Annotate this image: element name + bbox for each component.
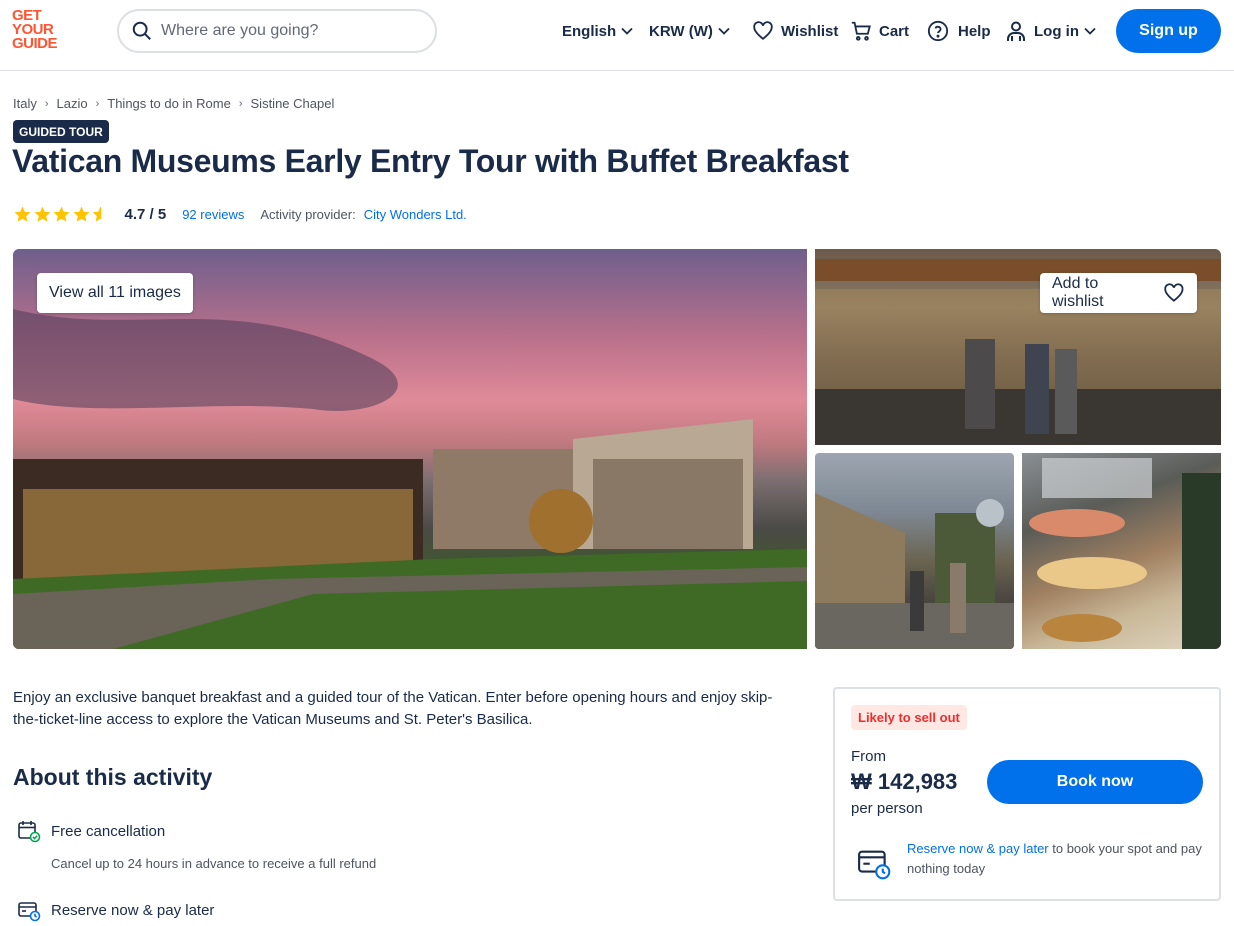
user-icon bbox=[1007, 21, 1025, 41]
login-label: Log in bbox=[1034, 22, 1079, 40]
activity-type-badge: GUIDED TOUR bbox=[13, 120, 109, 143]
likely-to-sell-out-badge: Likely to sell out bbox=[851, 705, 967, 730]
breadcrumb-separator-icon: › bbox=[44, 97, 49, 110]
cart-icon bbox=[851, 21, 871, 41]
gallery-image-vatican-walkway[interactable] bbox=[815, 453, 1014, 649]
feature-title: Free cancellation bbox=[51, 822, 166, 840]
star-icon bbox=[73, 206, 89, 222]
breadcrumb-separator-icon: › bbox=[238, 97, 243, 110]
rating-stars bbox=[13, 205, 111, 224]
breadcrumb-item-rome[interactable]: Things to do in Rome bbox=[107, 96, 231, 111]
reserve-pay-later-info: Reserve now & pay later to book your spo… bbox=[907, 839, 1203, 879]
star-half-icon bbox=[92, 206, 102, 222]
activity-intro: Enjoy an exclusive banquet breakfast and… bbox=[13, 689, 773, 728]
gallery-image-breakfast-terrace[interactable]: Add to wishlist bbox=[815, 249, 1221, 445]
breadcrumb-item-sistine-chapel[interactable]: Sistine Chapel bbox=[251, 96, 335, 111]
chevron-down-icon bbox=[1084, 27, 1096, 35]
breadcrumb-item-italy[interactable]: Italy bbox=[13, 96, 37, 111]
chevron-down-icon bbox=[718, 27, 730, 35]
provider-link[interactable]: City Wonders Ltd. bbox=[364, 207, 467, 222]
add-to-wishlist-label: Add to wishlist bbox=[1052, 275, 1104, 310]
wishlist-label: Wishlist bbox=[781, 22, 839, 40]
price-amount: ₩ 142,983 bbox=[851, 769, 958, 794]
getyourguide-logo[interactable]: GET YOUR GUIDE bbox=[12, 8, 72, 52]
breadcrumb-separator-icon: › bbox=[95, 97, 100, 110]
star-icon bbox=[34, 206, 50, 222]
heart-icon bbox=[1164, 283, 1184, 302]
card-clock-icon bbox=[18, 902, 41, 922]
search-bar[interactable] bbox=[117, 9, 437, 53]
help-link[interactable]: Help bbox=[927, 20, 995, 42]
price-per-person-label: per person bbox=[851, 800, 923, 817]
language-selector[interactable]: English bbox=[562, 20, 634, 42]
signup-button[interactable]: Sign up bbox=[1116, 9, 1221, 53]
add-to-wishlist-button[interactable]: Add to wishlist bbox=[1040, 273, 1197, 313]
view-all-images-button[interactable]: View all 11 images bbox=[37, 273, 193, 313]
rating-row: 4.7 / 5 92 reviews Activity provider: Ci… bbox=[13, 204, 467, 224]
gallery-main-image[interactable]: View all 11 images bbox=[13, 249, 807, 649]
reviews-link[interactable]: 92 reviews bbox=[182, 207, 244, 222]
top-header: GET YOUR GUIDE English KRW (W) Wishlist … bbox=[0, 0, 1234, 71]
search-icon bbox=[132, 21, 151, 40]
feature-description: Cancel up to 24 hours in advance to rece… bbox=[51, 856, 377, 871]
wishlist-link[interactable]: Wishlist bbox=[752, 20, 842, 42]
walkway-illustration bbox=[815, 493, 1014, 649]
buffet-illustration bbox=[1029, 458, 1221, 649]
cart-label: Cart bbox=[879, 22, 910, 40]
breadcrumb-item-lazio[interactable]: Lazio bbox=[57, 96, 88, 111]
gallery-image-buffet[interactable] bbox=[1022, 453, 1221, 649]
login-menu[interactable]: Log in bbox=[1006, 20, 1097, 42]
booking-card: Likely to sell out From ₩ 142,983 per pe… bbox=[833, 687, 1221, 901]
search-input[interactable] bbox=[161, 22, 401, 40]
book-now-button[interactable]: Book now bbox=[987, 760, 1203, 804]
feature-title: Reserve now & pay later bbox=[51, 901, 215, 919]
currency-selector[interactable]: KRW (W) bbox=[649, 20, 731, 42]
help-label: Help bbox=[958, 22, 991, 40]
language-label: English bbox=[562, 22, 617, 40]
breadcrumb: Italy › Lazio › Things to do in Rome › S… bbox=[13, 96, 334, 111]
price-from-label: From bbox=[851, 748, 886, 765]
star-icon bbox=[53, 206, 70, 222]
heart-icon bbox=[753, 21, 773, 40]
provider-label: Activity provider: bbox=[260, 206, 356, 222]
about-heading: About this activity bbox=[13, 764, 213, 790]
logo-line-3: GUIDE bbox=[12, 35, 58, 52]
star-icon bbox=[14, 206, 31, 222]
cart-link[interactable]: Cart bbox=[850, 20, 913, 42]
page-title: Vatican Museums Early Entry Tour with Bu… bbox=[12, 143, 849, 179]
calendar-check-icon bbox=[18, 821, 41, 843]
reserve-pay-later-link[interactable]: Reserve now & pay later bbox=[907, 841, 1049, 856]
feature-free-cancellation: Free cancellation bbox=[17, 819, 165, 843]
chevron-down-icon bbox=[621, 27, 633, 35]
card-clock-icon bbox=[858, 850, 891, 880]
currency-label: KRW (W) bbox=[649, 22, 713, 40]
feature-reserve-now-pay-later: Reserve now & pay later bbox=[17, 898, 214, 922]
rating-score: 4.7 / 5 bbox=[124, 205, 167, 223]
help-icon bbox=[927, 20, 949, 42]
